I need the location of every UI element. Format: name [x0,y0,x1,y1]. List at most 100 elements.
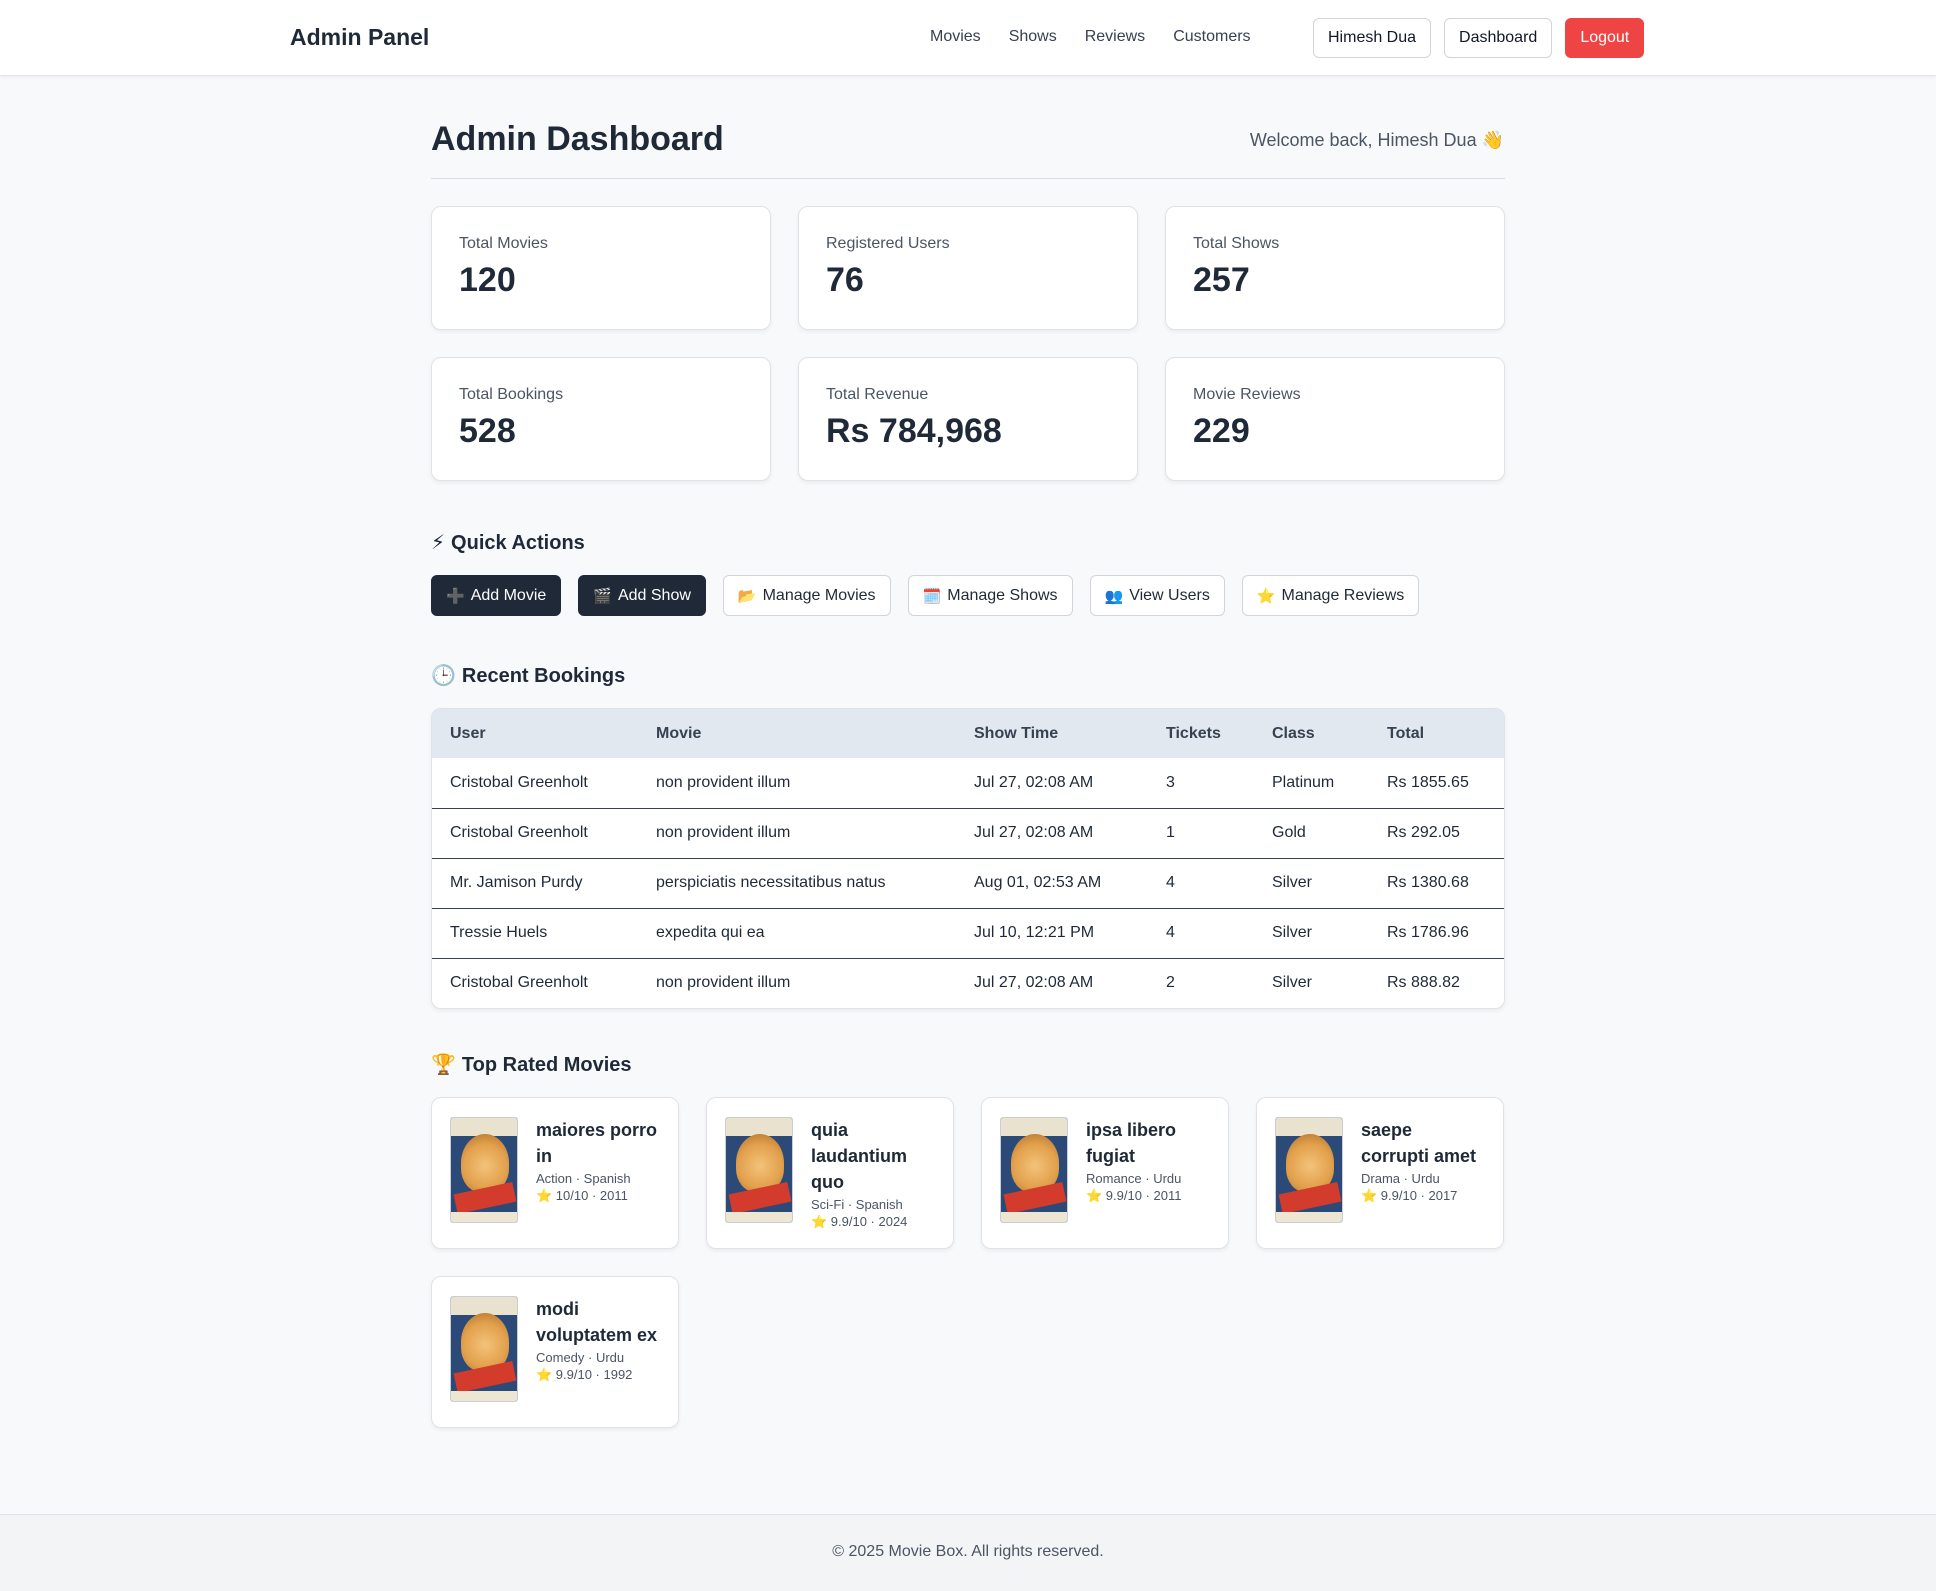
movie-rating: ⭐ 9.9/10 · 2017 [1361,1188,1458,1203]
top-rated-heading: 🏆 Top Rated Movies [431,1052,632,1077]
clapperboard-icon: 🎬 [593,587,612,605]
user-button[interactable]: Himesh Dua [1313,18,1432,58]
movie-rating: ⭐ 9.9/10 · 1992 [536,1367,633,1382]
stat-value: 257 [1193,261,1250,299]
add-movie-button[interactable]: ➕ Add Movie [431,575,562,616]
manage-shows-button[interactable]: 🗓️ Manage Shows [907,575,1073,616]
cell-total: Rs 888.82 [1387,974,1460,992]
cell-show-time: Jul 27, 02:08 AM [974,824,1094,841]
movie-card[interactable]: maiores porro in Action · Spanish ⭐ 10/1… [431,1097,679,1249]
movie-rating: ⭐ 9.9/10 · 2011 [1086,1188,1182,1203]
movie-card[interactable]: saepe corrupti amet Drama · Urdu ⭐ 9.9/1… [1256,1097,1504,1249]
movie-rating: ⭐ 10/10 · 2011 [536,1188,628,1203]
manage-movies-button[interactable]: 📂 Manage Movies [722,575,891,616]
stat-value: 120 [459,261,516,299]
movie-meta: Action · Spanish [536,1171,631,1186]
calendar-icon: 🗓️ [922,587,942,605]
column-header-class: Class [1272,724,1315,742]
cell-total: Rs 1786.96 [1387,924,1469,941]
logout-button[interactable]: Logout [1565,18,1645,58]
top-rated-grid: maiores porro in Action · Spanish ⭐ 10/1… [431,1097,1505,1428]
add-show-button[interactable]: 🎬 Add Show [578,575,706,616]
top-navbar: Admin Panel Movies Shows Reviews Custome… [0,0,1936,76]
movie-card[interactable]: ipsa libero fugiat Romance · Urdu ⭐ 9.9/… [981,1097,1229,1249]
nav-link-reviews[interactable]: Reviews [1085,28,1145,46]
stat-label: Total Movies [459,235,548,252]
cell-class: Silver [1272,874,1313,891]
nav-link-shows[interactable]: Shows [1009,28,1057,46]
cell-tickets: 4 [1166,924,1175,941]
column-header-show-time: Show Time [974,724,1059,742]
recent-bookings-heading: 🕒 Recent Bookings [431,663,625,688]
cell-movie: perspiciatis necessitatibus natus [656,874,886,891]
movie-poster [450,1117,518,1223]
quick-actions-heading: ⚡ Quick Actions [431,530,585,555]
movie-card[interactable]: quia laudantium quo Sci-Fi · Spanish ⭐ 9… [706,1097,954,1249]
movie-meta: Romance · Urdu [1086,1171,1182,1186]
button-label: Add Show [617,586,691,604]
cell-tickets: 1 [1166,824,1175,841]
lightning-icon: ⚡ [431,532,446,554]
header-divider [431,178,1505,179]
dashboard-button[interactable]: Dashboard [1444,18,1553,58]
button-label: Add Movie [470,586,547,604]
movie-poster [1275,1117,1343,1223]
view-users-button[interactable]: 👥 View Users [1089,575,1225,616]
button-label: Manage Shows [947,586,1058,604]
cell-movie: non provident illum [656,773,791,791]
manage-reviews-button[interactable]: ⭐ Manage Reviews [1241,575,1420,616]
bookings-table-card: User Movie Show Time Tickets Class Total… [431,708,1505,1009]
column-header-tickets: Tickets [1166,724,1221,742]
folder-icon: 📂 [737,587,757,605]
nav-link-customers[interactable]: Customers [1173,28,1250,46]
stat-label: Total Revenue [826,386,929,403]
movie-poster [450,1296,518,1402]
cell-class: Silver [1272,974,1313,992]
table-row: Tressie Huels expedita qui ea Jul 10, 12… [432,908,1504,958]
movie-card[interactable]: modi voluptatem ex Comedy · Urdu ⭐ 9.9/1… [431,1276,679,1428]
cell-tickets: 4 [1166,874,1175,891]
movie-title: saepe corrupti amet [1361,1120,1477,1166]
nav-links: Movies Shows Reviews Customers [930,28,1251,46]
button-label: View Users [1129,586,1210,604]
table-row: Mr. Jamison Purdy perspiciatis necessita… [432,858,1504,908]
table-row: Cristobal Greenholt non provident illum … [432,758,1504,808]
stat-label: Total Shows [1193,235,1280,252]
stat-label: Total Bookings [459,386,564,403]
column-header-user: User [450,724,486,742]
movie-title: quia laudantium quo [811,1120,908,1192]
bookings-table: User Movie Show Time Tickets Class Total… [432,709,1504,1008]
plus-icon: ➕ [446,587,465,605]
cell-total: Rs 1380.68 [1387,874,1469,891]
stat-card-total-shows: Total Shows 257 [1165,206,1505,330]
stat-card-total-revenue: Total Revenue Rs 784,968 [798,357,1138,481]
cell-user: Cristobal Greenholt [450,974,588,992]
button-label: Manage Movies [762,586,876,604]
column-header-total: Total [1387,724,1425,742]
stat-label: Movie Reviews [1193,386,1301,403]
cell-movie: expedita qui ea [656,924,765,941]
column-header-movie: Movie [656,724,702,742]
table-header-row: User Movie Show Time Tickets Class Total [432,709,1504,758]
quick-actions-bar: ➕ Add Movie 🎬 Add Show 📂 Manage Movies 🗓️ Ma… [431,575,1420,616]
nav-link-movies[interactable]: Movies [930,28,981,46]
clock-icon: 🕒 [431,665,456,687]
stat-card-registered-users: Registered Users 76 [798,206,1138,330]
page-title: Admin Dashboard [431,120,724,158]
cell-show-time: Jul 27, 02:08 AM [974,773,1094,791]
section-title: Top Rated Movies [461,1054,632,1076]
cell-movie: non provident illum [656,974,791,992]
movie-title: maiores porro in [536,1120,658,1166]
movie-poster [725,1117,793,1223]
movie-meta: Drama · Urdu [1361,1171,1440,1186]
brand-title[interactable]: Admin Panel [290,24,429,51]
footer-copyright: © 2025 Movie Box. All rights reserved. [832,1543,1104,1560]
cell-user: Cristobal Greenholt [450,773,588,791]
cell-user: Tressie Huels [450,924,548,941]
cell-tickets: 3 [1166,773,1175,791]
stat-card-total-movies: Total Movies 120 [431,206,771,330]
table-row: Cristobal Greenholt non provident illum … [432,808,1504,858]
section-title: Quick Actions [451,532,585,554]
stat-value: Rs 784,968 [826,412,1002,450]
cell-show-time: Jul 10, 12:21 PM [974,924,1095,941]
